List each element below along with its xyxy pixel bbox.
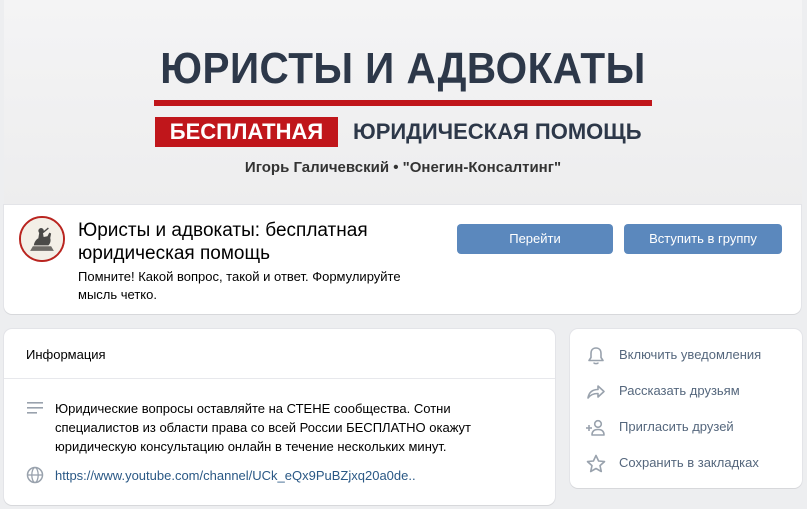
- group-header: Юристы и адвокаты: бесплатная юридическа…: [4, 205, 801, 314]
- action-label: Включить уведомления: [619, 347, 762, 362]
- cover-badge: БЕСПЛАТНАЯ: [155, 117, 338, 147]
- divider: [4, 378, 555, 379]
- cover-subtitle: ЮРИДИЧЕСКАЯ ПОМОЩЬ: [353, 119, 642, 144]
- bell-icon: [588, 347, 604, 365]
- star-icon: [586, 454, 606, 473]
- info-title: Информация: [26, 347, 106, 362]
- group-name: Юристы и адвокаты: бесплатная юридическа…: [78, 220, 368, 264]
- enable-notifications-button[interactable]: Включить уведомления: [570, 337, 802, 373]
- cover-divider: [154, 100, 652, 106]
- invite-friends-button[interactable]: Пригласить друзей: [570, 409, 802, 445]
- share-to-friends-button[interactable]: Рассказать друзьям: [570, 373, 802, 409]
- action-label: Сохранить в закладках: [619, 455, 759, 470]
- actions-card: Включить уведомления Рассказать друзьям …: [570, 329, 802, 488]
- action-label: Пригласить друзей: [619, 419, 734, 434]
- globe-icon: [26, 466, 44, 484]
- cover-banner: ЮРИСТЫ И АДВОКАТЫ БЕСПЛАТНАЯ ЮРИДИЧЕСКАЯ…: [4, 0, 802, 205]
- info-card: Информация Юридические вопросы оставляйт…: [4, 329, 555, 505]
- horseman-icon: [21, 218, 63, 260]
- join-group-button[interactable]: Вступить в группу: [624, 224, 782, 254]
- group-avatar[interactable]: [19, 216, 65, 262]
- text-lines-icon: [27, 402, 43, 414]
- go-button[interactable]: Перейти: [457, 224, 613, 254]
- save-to-bookmarks-button[interactable]: Сохранить в закладках: [570, 445, 802, 481]
- add-user-icon: [586, 419, 605, 436]
- action-label: Рассказать друзьям: [619, 383, 740, 398]
- share-icon: [587, 385, 605, 399]
- group-status: Помните! Какой вопрос, такой и ответ. Фо…: [78, 269, 401, 302]
- info-description: Юридические вопросы оставляйте на СТЕНЕ …: [55, 401, 471, 454]
- cover-authors: Игорь Галичевский • "Онегин-Консалтинг": [244, 159, 562, 176]
- cover-title: ЮРИСТЫ И АДВОКАТЫ: [160, 44, 646, 93]
- info-link[interactable]: https://www.youtube.com/channel/UCk_eQx9…: [55, 468, 416, 483]
